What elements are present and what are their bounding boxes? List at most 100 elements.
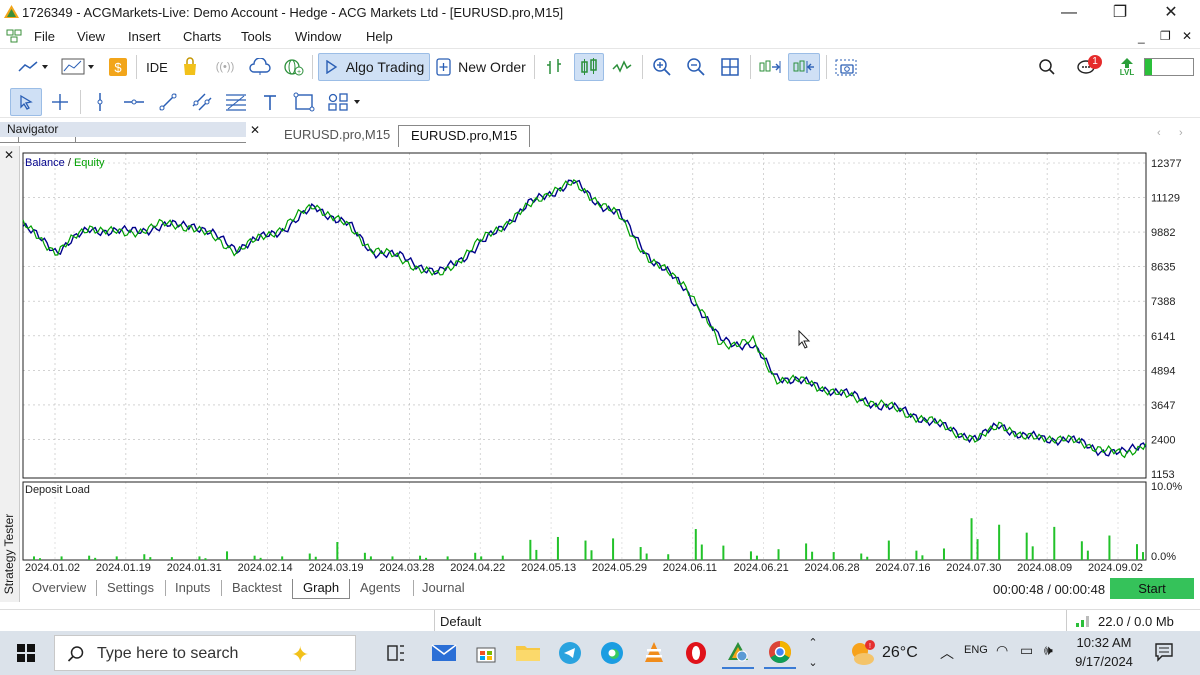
chart-type-dropdown[interactable] — [14, 53, 54, 81]
globe-plus-icon: + — [284, 59, 304, 76]
weather-widget[interactable]: ! 26°C — [848, 637, 948, 669]
close-button[interactable]: ✕ — [1148, 2, 1194, 24]
candlestick-button[interactable] — [574, 53, 604, 81]
minimize-button[interactable]: — — [1046, 2, 1092, 24]
vertical-line-tool[interactable] — [88, 88, 112, 116]
shapes-dropdown[interactable] — [324, 88, 368, 116]
menu-charts[interactable]: Charts — [183, 29, 221, 44]
taskbar-search-box[interactable]: Type here to search ✦ — [54, 635, 356, 671]
cloud-icon — [249, 58, 271, 75]
language-indicator[interactable]: ENG — [964, 644, 988, 656]
signals-button[interactable]: ((•)) — [210, 53, 240, 81]
deposit-load-bar — [39, 558, 41, 560]
line-chart-button[interactable] — [608, 53, 636, 81]
tab-agents[interactable]: Agents — [360, 579, 400, 599]
menu-insert[interactable]: Insert — [128, 29, 161, 44]
edge-app[interactable] — [596, 637, 628, 669]
taskbar-overflow-scroll[interactable]: ⌃ ⌄ — [806, 633, 820, 673]
chart-shift-button[interactable] — [788, 53, 820, 81]
rectangle-tool[interactable] — [290, 88, 318, 116]
chart-tab-1[interactable]: EURUSD.pro,M15 — [272, 125, 402, 147]
market-button[interactable]: $ — [106, 53, 130, 81]
level-progress-fill — [1145, 59, 1152, 75]
channel-tool[interactable] — [188, 88, 216, 116]
clock-date[interactable]: 9/17/2024 — [1064, 654, 1144, 669]
tray-expand-icon[interactable]: ︿ — [940, 643, 954, 663]
restore-button[interactable]: ❐ — [1097, 2, 1143, 24]
copilot-sparkle-icon[interactable]: ✦ — [291, 642, 309, 668]
wifi-icon[interactable]: ◠ — [996, 642, 1008, 659]
level-button[interactable]: LVL — [1114, 53, 1140, 81]
navigator-tabs[interactable] — [0, 137, 246, 143]
bar-chart-button[interactable] — [540, 53, 568, 81]
weather-sun-cloud-icon: ! — [852, 640, 875, 665]
scroll-left-icon[interactable]: ‹ — [1157, 127, 1161, 139]
mdi-restore-icon[interactable]: ❐ — [1160, 29, 1171, 43]
volume-icon[interactable]: 🕪 — [1044, 642, 1053, 659]
crosshair-tool-button[interactable] — [46, 88, 74, 116]
trend-line-icon — [159, 93, 177, 111]
deposit-load-bar — [1080, 541, 1083, 560]
title-bar: 1726349 - ACGMarkets-Live: Demo Account … — [0, 0, 1200, 26]
tile-windows-button[interactable] — [716, 53, 744, 81]
deposit-load-bar — [612, 538, 615, 560]
hosting-button[interactable]: + — [280, 53, 308, 81]
x-tick-label: 2024.01.31 — [167, 562, 222, 574]
scroll-right-icon[interactable]: › — [1179, 127, 1183, 139]
start-menu-button[interactable] — [10, 637, 42, 669]
navigator-close-button[interactable]: ✕ — [250, 123, 260, 137]
ide-button[interactable]: IDE — [142, 53, 172, 81]
menu-tools[interactable]: Tools — [241, 29, 271, 44]
horizontal-line-tool[interactable] — [120, 88, 148, 116]
vps-button[interactable] — [246, 53, 274, 81]
x-tick-label: 2024.04.22 — [450, 562, 505, 574]
tab-settings[interactable]: Settings — [107, 579, 154, 599]
deposit-load-bar — [1025, 532, 1028, 560]
screenshot-button[interactable] — [832, 53, 860, 81]
tester-close-button[interactable]: ✕ — [4, 148, 14, 162]
autoscroll-button[interactable] — [756, 53, 784, 81]
zoom-out-button[interactable] — [682, 53, 710, 81]
deposit-load-bar — [915, 550, 918, 560]
cursor-tool-button[interactable] — [10, 88, 42, 116]
x-tick-label: 2024.03.28 — [379, 562, 434, 574]
drawing-toolbar — [0, 86, 1200, 118]
mail-app[interactable] — [428, 637, 460, 669]
battery-icon[interactable]: ▭ — [1020, 642, 1033, 659]
notification-center-button[interactable] — [1154, 642, 1174, 662]
chrome-app[interactable] — [764, 637, 796, 669]
clock-time[interactable]: 10:32 AM — [1064, 635, 1144, 650]
chart-tab-2[interactable]: EURUSD.pro,M15 — [398, 125, 531, 147]
vlc-app[interactable] — [638, 637, 670, 669]
zoom-in-button[interactable] — [648, 53, 676, 81]
menu-view[interactable]: View — [77, 29, 105, 44]
fibonacci-tool[interactable] — [222, 88, 250, 116]
menu-help[interactable]: Help — [366, 29, 393, 44]
menu-file[interactable]: File — [34, 29, 55, 44]
tab-overview[interactable]: Overview — [32, 579, 86, 599]
text-tool[interactable] — [256, 88, 284, 116]
shopping-bag-button[interactable] — [178, 53, 202, 81]
task-view-button[interactable] — [380, 637, 412, 669]
file-explorer-app[interactable] — [512, 637, 544, 669]
new-order-button[interactable]: New Order — [434, 53, 528, 81]
store-app[interactable] — [470, 637, 502, 669]
svg-text:+: + — [297, 69, 301, 76]
search-button[interactable] — [1034, 53, 1060, 81]
profiles-dropdown[interactable] — [58, 53, 100, 81]
trend-line-tool[interactable] — [154, 88, 182, 116]
algo-trading-button[interactable]: Algo Trading — [318, 53, 430, 81]
menu-window[interactable]: Window — [295, 29, 341, 44]
tab-journal[interactable]: Journal — [422, 579, 465, 599]
metatrader-app[interactable] — [722, 637, 754, 669]
tab-graph[interactable]: Graph — [292, 579, 351, 599]
tab-inputs[interactable]: Inputs — [175, 579, 210, 599]
opera-app[interactable] — [680, 637, 712, 669]
notifications-button[interactable]: 1 — [1072, 53, 1102, 81]
telegram-app[interactable] — [554, 637, 586, 669]
mdi-minimize-icon[interactable]: _ — [1138, 30, 1145, 44]
tab-backtest[interactable]: Backtest — [232, 579, 282, 599]
start-button[interactable]: Start — [1110, 578, 1194, 599]
navigator-tab-common[interactable] — [18, 137, 76, 142]
mdi-close-icon[interactable]: ✕ — [1182, 29, 1192, 43]
